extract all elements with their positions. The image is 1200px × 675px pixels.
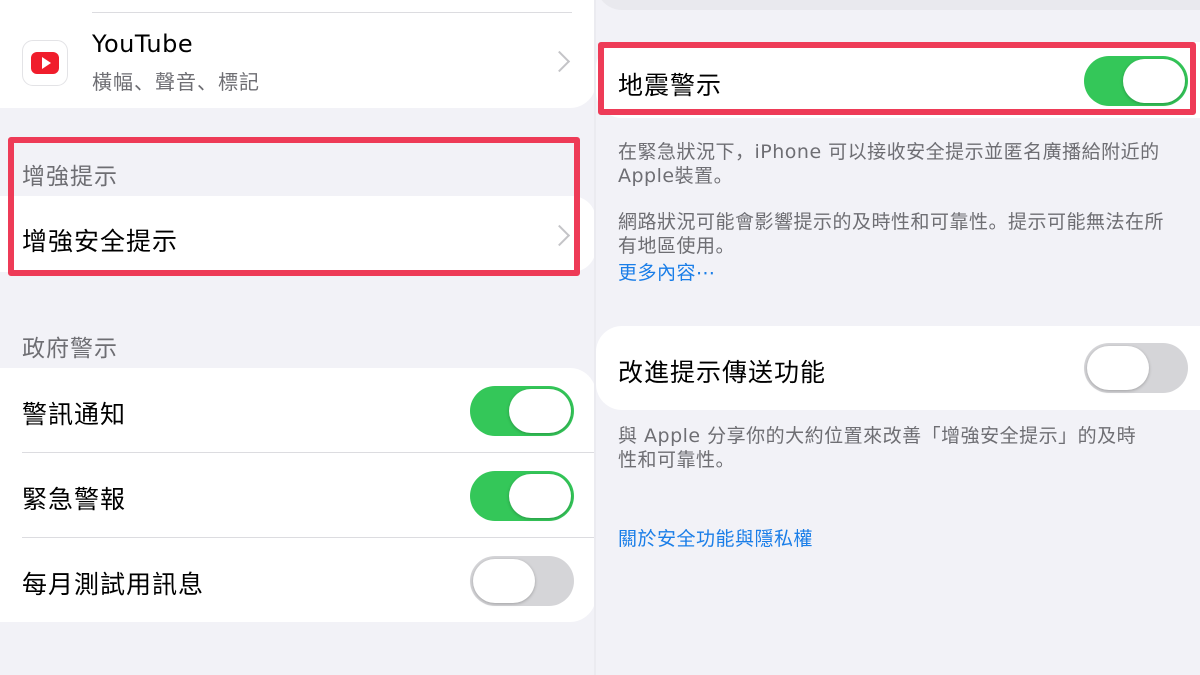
list-item-improve-delivery: 改進提示傳送功能 bbox=[596, 326, 1200, 410]
privacy-link[interactable]: 關於安全功能與隱私權 bbox=[618, 524, 813, 551]
right-settings-pane: 地震警示 在緊急狀況下，iPhone 可以接收安全提示並匿名廣播給附近的 App… bbox=[596, 0, 1200, 675]
alert-notifications-label: 警訊通知 bbox=[22, 400, 127, 429]
previous-card bbox=[596, 0, 1200, 10]
earthquake-footnote-line: 有地區使用。 bbox=[618, 235, 736, 257]
improve-delivery-label: 改進提示傳送功能 bbox=[618, 358, 827, 387]
improve-footnote-line: 性和可靠性。 bbox=[618, 449, 736, 471]
monthly-test-label: 每月測試用訊息 bbox=[22, 570, 205, 599]
highlight-box bbox=[598, 42, 1196, 115]
list-item-alert-notifications: 警訊通知 bbox=[0, 368, 596, 452]
separator bbox=[92, 12, 572, 13]
left-settings-pane: YouTube 橫幅、聲音、標記 增強提示 增強安全提示 政府警示 警訊通知 緊… bbox=[0, 0, 596, 675]
youtube-icon bbox=[22, 40, 68, 86]
earthquake-footnote-line: 網路狀況可能會影響提示的及時性和可靠性。提示可能無法在所 bbox=[618, 211, 1165, 233]
list-item-emergency-alerts: 緊急警報 bbox=[0, 453, 596, 537]
improve-footnote-line: 與 Apple 分享你的大約位置來改善「增強安全提示」的及時 bbox=[618, 425, 1137, 447]
monthly-test-toggle[interactable] bbox=[470, 556, 574, 606]
highlight-box bbox=[8, 137, 580, 276]
list-item-monthly-test: 每月測試用訊息 bbox=[0, 538, 596, 622]
more-info-link[interactable]: 更多內容⋯ bbox=[618, 258, 716, 285]
youtube-row[interactable]: YouTube 橫幅、聲音、標記 bbox=[0, 14, 596, 108]
emergency-alerts-toggle[interactable] bbox=[470, 471, 574, 521]
youtube-title: YouTube bbox=[92, 30, 194, 58]
section-header-government-alerts: 政府警示 bbox=[22, 336, 118, 362]
improve-delivery-toggle[interactable] bbox=[1084, 343, 1188, 393]
earthquake-footnote-line: Apple裝置。 bbox=[618, 165, 734, 187]
chevron-right-icon bbox=[548, 50, 571, 73]
emergency-alerts-label: 緊急警報 bbox=[22, 485, 127, 514]
youtube-subtitle: 橫幅、聲音、標記 bbox=[92, 70, 260, 94]
earthquake-footnote-line: 在緊急狀況下，iPhone 可以接收安全提示並匿名廣播給附近的 bbox=[618, 141, 1160, 163]
alert-notifications-toggle[interactable] bbox=[470, 386, 574, 436]
